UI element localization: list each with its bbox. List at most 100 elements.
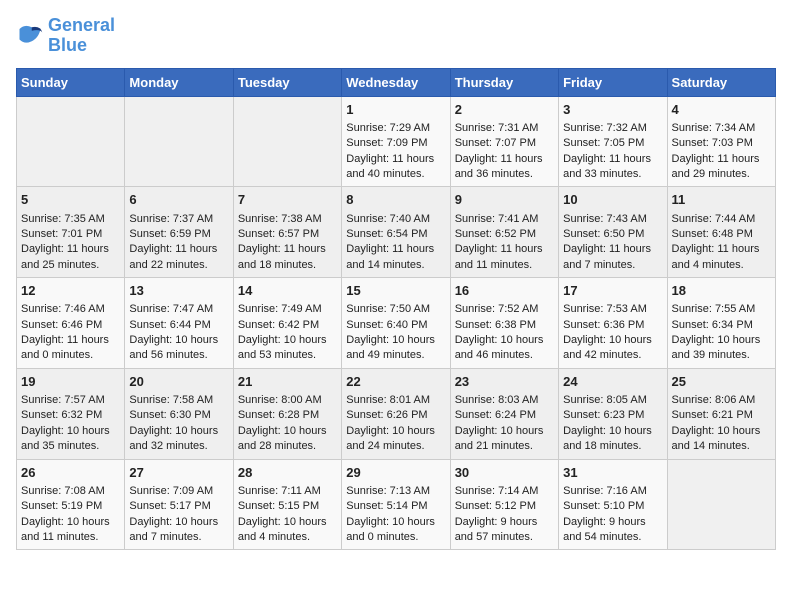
day-info: Sunrise: 7:11 AM [238,484,337,499]
day-number: 9 [455,191,554,209]
day-info: Sunset: 7:09 PM [346,136,445,151]
calendar-cell: 8Sunrise: 7:40 AMSunset: 6:54 PMDaylight… [342,187,450,278]
calendar-cell: 11Sunrise: 7:44 AMSunset: 6:48 PMDayligh… [667,187,775,278]
day-info: Sunrise: 7:49 AM [238,302,337,317]
logo-icon [16,22,44,50]
day-info: Daylight: 10 hours and 4 minutes. [238,515,337,546]
day-number: 31 [563,464,662,482]
day-number: 23 [455,373,554,391]
day-info: Sunrise: 7:38 AM [238,212,337,227]
day-info: Sunset: 7:01 PM [21,227,120,242]
day-info: Sunrise: 7:09 AM [129,484,228,499]
week-row-2: 5Sunrise: 7:35 AMSunset: 7:01 PMDaylight… [17,187,776,278]
day-info: Sunrise: 7:47 AM [129,302,228,317]
calendar-cell [125,96,233,187]
calendar-cell: 26Sunrise: 7:08 AMSunset: 5:19 PMDayligh… [17,459,125,550]
day-info: Daylight: 10 hours and 35 minutes. [21,424,120,455]
day-info: Sunset: 6:30 PM [129,408,228,423]
day-info: Sunset: 6:46 PM [21,318,120,333]
calendar-table: SundayMondayTuesdayWednesdayThursdayFrid… [16,68,776,551]
day-number: 11 [672,191,771,209]
day-number: 6 [129,191,228,209]
calendar-cell: 25Sunrise: 8:06 AMSunset: 6:21 PMDayligh… [667,368,775,459]
calendar-cell: 16Sunrise: 7:52 AMSunset: 6:38 PMDayligh… [450,278,558,369]
week-row-1: 1Sunrise: 7:29 AMSunset: 7:09 PMDaylight… [17,96,776,187]
day-info: Daylight: 10 hours and 24 minutes. [346,424,445,455]
day-info: Sunset: 6:34 PM [672,318,771,333]
col-header-friday: Friday [559,68,667,96]
calendar-cell: 1 Sunrise: 7:29 AMSunset: 7:09 PMDaylight… [342,96,450,187]
calendar-cell: 17Sunrise: 7:53 AMSunset: 6:36 PMDayligh… [559,278,667,369]
day-info: Sunset: 7:03 PM [672,136,771,151]
day-number: 29 [346,464,445,482]
day-number: 1 [346,101,445,119]
calendar-cell: 7 Sunrise: 7:38 AMSunset: 6:57 PMDaylight… [233,187,341,278]
day-info: Daylight: 10 hours and 14 minutes. [672,424,771,455]
day-info: Sunset: 6:24 PM [455,408,554,423]
day-number: 16 [455,282,554,300]
calendar-cell [233,96,341,187]
day-number: 26 [21,464,120,482]
day-info: Daylight: 9 hours and 57 minutes. [455,515,554,546]
day-info: Daylight: 11 hours and 33 minutes. [563,152,662,183]
calendar-cell: 29 Sunrise: 7:13 AMSunset: 5:14 PMDayligh… [342,459,450,550]
day-info: Sunset: 6:54 PM [346,227,445,242]
day-info: Sunset: 6:36 PM [563,318,662,333]
day-info: Sunrise: 7:34 AM [672,121,771,136]
day-number: 13 [129,282,228,300]
day-info: Sunrise: 7:57 AM [21,393,120,408]
day-number: 12 [21,282,120,300]
day-info: Daylight: 11 hours and 18 minutes. [238,242,337,273]
day-info: Sunrise: 7:44 AM [672,212,771,227]
day-info: Sunset: 6:28 PM [238,408,337,423]
day-number: 14 [238,282,337,300]
page-header: General Blue [16,16,776,56]
calendar-cell: 24Sunrise: 8:05 AMSunset: 6:23 PMDayligh… [559,368,667,459]
calendar-cell: 5Sunrise: 7:35 AMSunset: 7:01 PMDaylight… [17,187,125,278]
day-number: 7 [238,191,337,209]
calendar-cell: 12 Sunrise: 7:46 AMSunset: 6:46 PMDayligh… [17,278,125,369]
day-info: Daylight: 10 hours and 7 minutes. [129,515,228,546]
day-number: 8 [346,191,445,209]
day-info: Sunrise: 7:13 AM [346,484,445,499]
calendar-cell: 9Sunrise: 7:41 AMSunset: 6:52 PMDaylight… [450,187,558,278]
day-number: 25 [672,373,771,391]
day-info: Daylight: 11 hours and 40 minutes. [346,152,445,183]
col-header-sunday: Sunday [17,68,125,96]
calendar-cell: 19Sunrise: 7:57 AMSunset: 6:32 PMDayligh… [17,368,125,459]
day-info: Daylight: 10 hours and 18 minutes. [563,424,662,455]
day-number: 2 [455,101,554,119]
day-number: 4 [672,101,771,119]
day-info: Sunset: 6:50 PM [563,227,662,242]
logo-text: General Blue [48,16,115,56]
day-info: Daylight: 11 hours and 25 minutes. [21,242,120,273]
day-info: Daylight: 10 hours and 0 minutes. [346,515,445,546]
day-info: Sunset: 5:14 PM [346,499,445,514]
day-info: Daylight: 11 hours and 0 minutes. [21,333,120,364]
day-info: Sunset: 5:17 PM [129,499,228,514]
day-info: Sunrise: 7:41 AM [455,212,554,227]
day-info: Sunrise: 7:52 AM [455,302,554,317]
header-row: SundayMondayTuesdayWednesdayThursdayFrid… [17,68,776,96]
day-info: Sunset: 6:57 PM [238,227,337,242]
calendar-cell [667,459,775,550]
day-number: 10 [563,191,662,209]
day-info: Daylight: 10 hours and 53 minutes. [238,333,337,364]
day-info: Sunrise: 8:06 AM [672,393,771,408]
day-info: Sunrise: 7:50 AM [346,302,445,317]
calendar-cell: 20Sunrise: 7:58 AMSunset: 6:30 PMDayligh… [125,368,233,459]
calendar-cell [17,96,125,187]
col-header-wednesday: Wednesday [342,68,450,96]
week-row-3: 12Sunrise: 7:46 AMSunset: 6:46 PMDayligh… [17,278,776,369]
calendar-cell: 28Sunrise: 7:11 AMSunset: 5:15 PMDayligh… [233,459,341,550]
day-info: Sunrise: 7:29 AM [346,121,445,136]
day-number: 22 [346,373,445,391]
day-info: Daylight: 10 hours and 49 minutes. [346,333,445,364]
day-info: Sunset: 6:38 PM [455,318,554,333]
day-info: Sunset: 5:15 PM [238,499,337,514]
day-number: 17 [563,282,662,300]
day-info: Sunrise: 7:31 AM [455,121,554,136]
day-number: 24 [563,373,662,391]
day-info: Sunrise: 7:46 AM [21,302,120,317]
calendar-cell: 30Sunrise: 7:14 AMSunset: 5:12 PMDayligh… [450,459,558,550]
